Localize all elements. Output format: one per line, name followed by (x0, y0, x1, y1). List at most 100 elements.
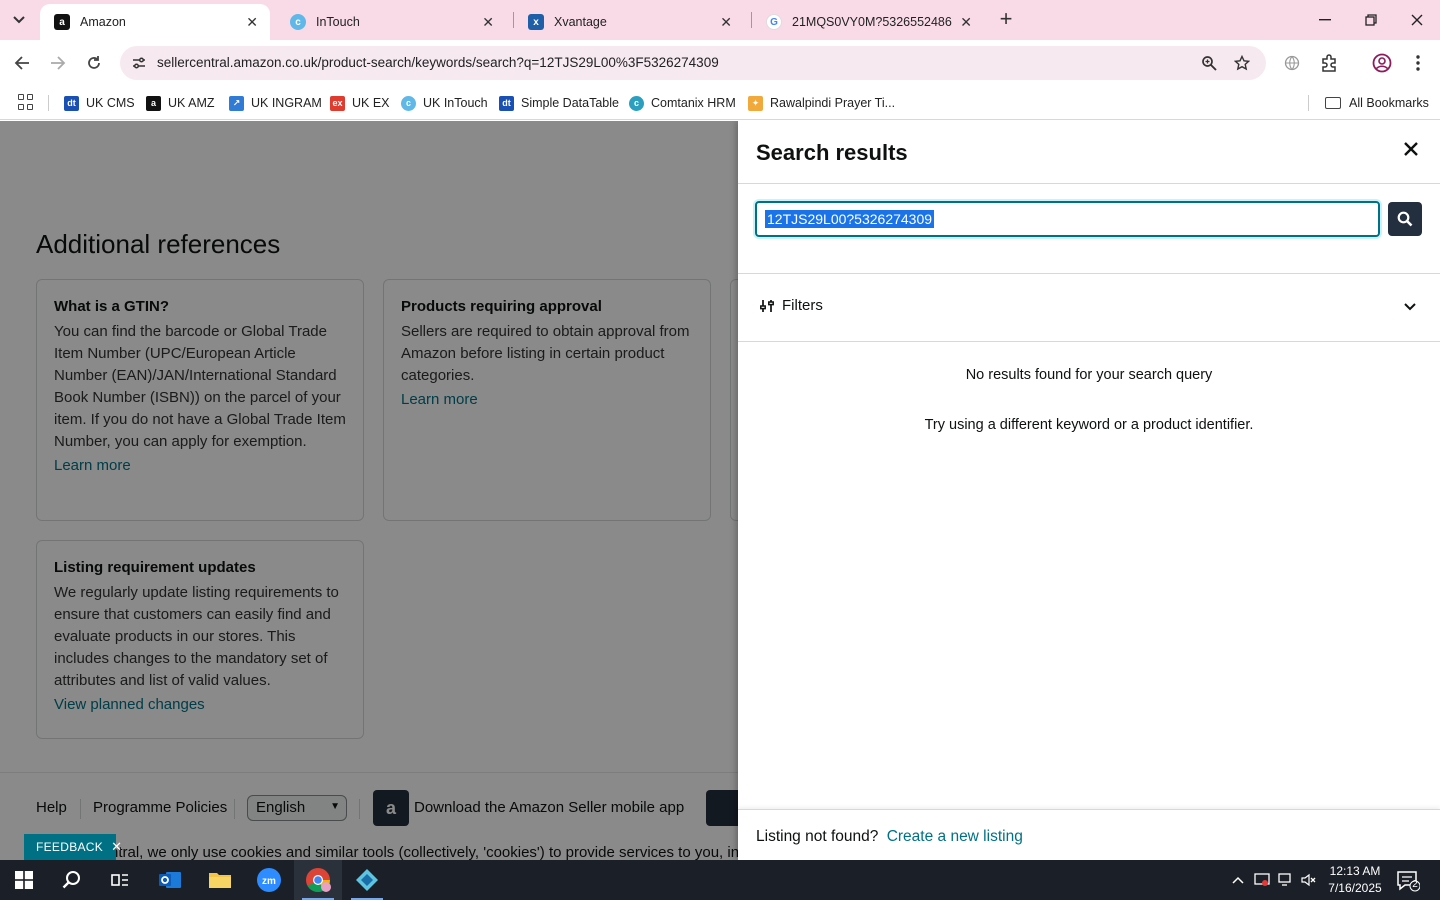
all-bookmarks-label: All Bookmarks (1349, 96, 1429, 110)
ex-icon: ex (330, 95, 345, 111)
search-results-drawer: Search results 12TJS29L00?5326274309 Fil… (738, 121, 1440, 860)
drawer-divider (738, 183, 1440, 184)
intouch-icon: c (401, 95, 416, 111)
windows-taskbar: zm 12:13 AM 7/16/2025 2 (0, 860, 1440, 900)
windows-start-icon[interactable] (0, 860, 48, 900)
search-icon[interactable] (48, 860, 96, 900)
drawer-title: Search results (756, 140, 908, 165)
feedback-label: FEEDBACK (36, 840, 104, 854)
close-window-icon[interactable] (1405, 8, 1429, 32)
bookmark-comtanix-hrm[interactable]: c Comtanix HRM (629, 93, 736, 113)
volume-muted-icon[interactable] (1301, 872, 1317, 888)
search-input[interactable]: 12TJS29L00?5326274309 (755, 201, 1380, 237)
tab-title: 21MQS0VY0M?5326552486 - G (792, 15, 954, 29)
feedback-button[interactable]: FEEDBACK ✕ (24, 834, 122, 860)
page-viewport: Additional references What is a GTIN? Yo… (0, 121, 1440, 860)
bookmarks-divider (1308, 95, 1309, 111)
close-tab-icon[interactable]: ✕ (960, 14, 972, 31)
zoom-app-icon[interactable]: zm (245, 860, 293, 900)
bookmark-label: Comtanix HRM (651, 96, 736, 110)
xvantage-app-icon[interactable] (343, 860, 391, 900)
filters-toggle[interactable]: Filters (760, 297, 823, 314)
forward-arrow-icon[interactable] (45, 50, 71, 76)
bookmark-uk-ex[interactable]: ex UK EX (330, 93, 390, 113)
search-icon (1397, 211, 1413, 227)
all-bookmarks[interactable]: All Bookmarks (1325, 93, 1429, 113)
bookmark-prayer-times[interactable]: ✦ Rawalpindi Prayer Ti... (748, 93, 895, 113)
zoom-icon[interactable] (1200, 54, 1218, 72)
svg-text:zm: zm (262, 876, 276, 887)
search-input-value: 12TJS29L00?5326274309 (765, 210, 935, 228)
file-explorer-icon[interactable] (196, 860, 244, 900)
network-icon[interactable] (1278, 872, 1294, 888)
close-icon[interactable]: ✕ (111, 839, 122, 855)
search-hint: Try using a different keyword or a produ… (924, 417, 1254, 433)
minimize-icon[interactable] (1313, 8, 1337, 32)
bookmarks-divider (48, 95, 49, 111)
close-tab-icon[interactable]: ✕ (246, 14, 258, 31)
drawer-divider (738, 341, 1440, 342)
bookmark-simple-datatable[interactable]: dt Simple DataTable (499, 93, 619, 113)
amazon-a-icon: a (54, 14, 70, 30)
dt-icon: dt (499, 95, 514, 111)
clock-time: 12:13 AM (1329, 864, 1381, 878)
back-arrow-icon[interactable] (9, 50, 35, 76)
task-view-icon[interactable] (96, 860, 144, 900)
drawer-footer: Listing not found? Create a new listing (738, 809, 1440, 860)
close-tab-icon[interactable]: ✕ (720, 14, 732, 31)
system-clock[interactable]: 12:13 AM 7/16/2025 (1322, 863, 1388, 897)
bookmark-uk-cms[interactable]: dt UK CMS (64, 93, 135, 113)
create-listing-link[interactable]: Create a new listing (887, 828, 1023, 845)
bookmark-uk-ingram[interactable]: ↗ UK INGRAM (229, 93, 322, 113)
url-text: sellercentral.amazon.co.uk/product-searc… (157, 55, 719, 70)
bookmark-star-icon[interactable] (1233, 54, 1251, 72)
site-info-icon[interactable] (130, 54, 148, 72)
meet-now-icon[interactable] (1254, 872, 1270, 888)
browser-menu-icon[interactable] (1405, 50, 1431, 76)
tab-amazon[interactable]: a Amazon ✕ (40, 4, 270, 40)
bookmark-label: UK INGRAM (251, 96, 322, 110)
address-bar[interactable]: sellercentral.amazon.co.uk/product-searc… (120, 46, 1266, 80)
filters-label: Filters (782, 297, 823, 314)
tab-search-icon[interactable] (6, 7, 32, 33)
drawer-divider (738, 273, 1440, 274)
folder-icon (1325, 97, 1341, 109)
chevron-up-icon[interactable] (1230, 872, 1246, 888)
chevron-down-icon[interactable] (1402, 299, 1418, 315)
filter-sliders-icon (760, 299, 774, 312)
comtanix-icon: c (629, 95, 644, 111)
bookmark-uk-intouch[interactable]: c UK InTouch (401, 93, 488, 113)
intouch-icon: c (290, 14, 306, 30)
close-tab-icon[interactable]: ✕ (482, 14, 494, 31)
clock-date: 7/16/2025 (1328, 881, 1382, 895)
close-drawer-icon[interactable] (1399, 139, 1423, 163)
bookmark-label: UK AMZ (168, 96, 215, 110)
profile-avatar-icon[interactable] (1369, 50, 1395, 76)
no-results-message: No results found for your search query (965, 367, 1213, 383)
tab-intouch[interactable]: c InTouch ✕ (276, 4, 506, 40)
tab-xvantage[interactable]: x Xvantage ✕ (514, 4, 744, 40)
google-icon: G (766, 14, 782, 30)
extensions-puzzle-icon[interactable] (1316, 50, 1342, 76)
translate-globe-icon[interactable] (1279, 50, 1305, 76)
restore-icon[interactable] (1359, 8, 1383, 32)
outlook-icon[interactable] (146, 860, 194, 900)
modal-backdrop[interactable] (0, 121, 740, 860)
tab-google[interactable]: G 21MQS0VY0M?5326552486 - G ✕ (752, 4, 984, 40)
xvantage-icon: x (528, 14, 544, 30)
search-button[interactable] (1388, 202, 1422, 236)
notification-center-icon[interactable]: 2 (1396, 870, 1421, 892)
tab-title: Xvantage (554, 15, 607, 29)
notification-count: 2 (1412, 879, 1418, 890)
chrome-icon[interactable] (294, 860, 342, 900)
new-tab-button[interactable]: + (994, 8, 1018, 32)
apps-grid-icon[interactable] (18, 94, 34, 110)
bookmark-label: Rawalpindi Prayer Ti... (770, 96, 896, 110)
bookmark-label: UK InTouch (423, 96, 488, 110)
tab-title: Amazon (80, 15, 126, 29)
listing-question: Listing not found? (756, 828, 879, 845)
reload-icon[interactable] (81, 50, 107, 76)
bookmark-uk-amz[interactable]: a UK AMZ (146, 93, 215, 113)
prayer-icon: ✦ (748, 95, 763, 111)
bookmark-label: UK EX (352, 96, 390, 110)
